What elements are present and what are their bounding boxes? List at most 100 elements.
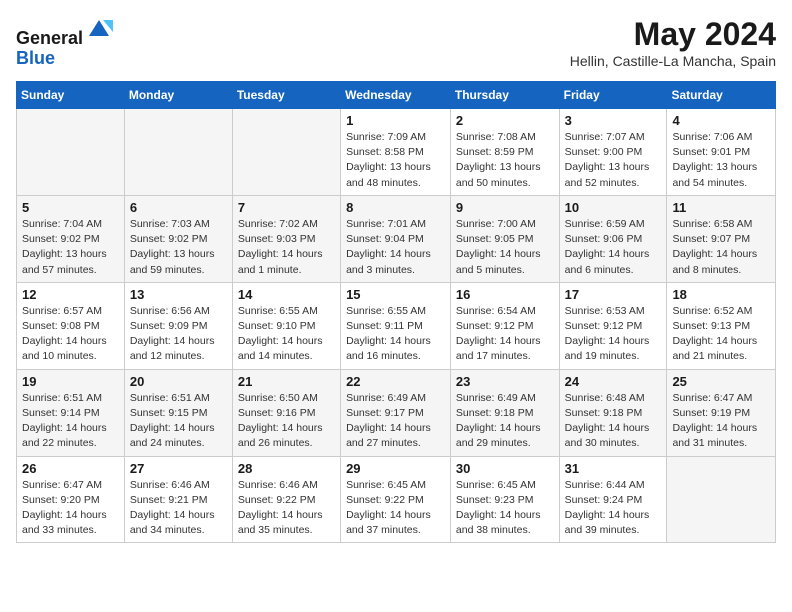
day-info: Sunrise: 6:45 AMSunset: 9:23 PMDaylight:… [456, 478, 554, 539]
page-header: General Blue May 2024 Hellin, Castille-L… [16, 16, 776, 69]
day-info: Sunrise: 6:54 AMSunset: 9:12 PMDaylight:… [456, 304, 554, 365]
day-number: 22 [346, 374, 445, 389]
day-number: 12 [22, 287, 119, 302]
calendar-cell [124, 109, 232, 196]
day-info: Sunrise: 7:07 AMSunset: 9:00 PMDaylight:… [565, 130, 662, 191]
day-info: Sunrise: 7:03 AMSunset: 9:02 PMDaylight:… [130, 217, 227, 278]
calendar-cell: 17Sunrise: 6:53 AMSunset: 9:12 PMDayligh… [559, 282, 667, 369]
logo-icon [85, 16, 113, 44]
calendar-cell [17, 109, 125, 196]
calendar-cell: 29 Sunrise: 6:45 AMSunset: 9:22 PMDayligh… [341, 456, 451, 543]
day-info: Sunrise: 6:55 AMSunset: 9:10 PMDaylight:… [238, 304, 335, 365]
day-number: 25 [672, 374, 770, 389]
day-info: Sunrise: 6:52 AMSunset: 9:13 PMDaylight:… [672, 304, 770, 365]
logo-blue: Blue [16, 48, 55, 68]
day-info: Sunrise: 6:55 AMSunset: 9:11 PMDaylight:… [346, 304, 445, 365]
calendar-cell: 30 Sunrise: 6:45 AMSunset: 9:23 PMDayligh… [450, 456, 559, 543]
calendar-cell: 13 Sunrise: 6:56 AMSunset: 9:09 PMDayligh… [124, 282, 232, 369]
weekday-header-wednesday: Wednesday [341, 82, 451, 109]
month-title: May 2024 [570, 16, 776, 53]
day-info: Sunrise: 7:09 AMSunset: 8:58 PMDaylight:… [346, 130, 445, 191]
day-info: Sunrise: 6:47 AMSunset: 9:19 PMDaylight:… [672, 391, 770, 452]
day-info: Sunrise: 7:08 AMSunset: 8:59 PMDaylight:… [456, 130, 554, 191]
day-info: Sunrise: 6:50 AMSunset: 9:16 PMDaylight:… [238, 391, 335, 452]
day-number: 10 [565, 200, 662, 215]
day-number: 16 [456, 287, 554, 302]
calendar-cell [667, 456, 776, 543]
calendar-cell: 3 Sunrise: 7:07 AMSunset: 9:00 PMDaylight… [559, 109, 667, 196]
day-info: Sunrise: 6:46 AMSunset: 9:22 PMDaylight:… [238, 478, 335, 539]
day-number: 19 [22, 374, 119, 389]
location-title: Hellin, Castille-La Mancha, Spain [570, 53, 776, 69]
calendar-cell: 11 Sunrise: 6:58 AMSunset: 9:07 PMDayligh… [667, 195, 776, 282]
calendar-cell: 15Sunrise: 6:55 AMSunset: 9:11 PMDayligh… [341, 282, 451, 369]
day-info: Sunrise: 6:49 AMSunset: 9:17 PMDaylight:… [346, 391, 445, 452]
calendar-cell: 24 Sunrise: 6:48 AMSunset: 9:18 PMDayligh… [559, 369, 667, 456]
calendar-cell: 25 Sunrise: 6:47 AMSunset: 9:19 PMDayligh… [667, 369, 776, 456]
day-info: Sunrise: 7:01 AMSunset: 9:04 PMDaylight:… [346, 217, 445, 278]
day-number: 17 [565, 287, 662, 302]
weekday-header-monday: Monday [124, 82, 232, 109]
calendar-cell: 14 Sunrise: 6:55 AMSunset: 9:10 PMDayligh… [232, 282, 340, 369]
day-number: 1 [346, 113, 445, 128]
calendar-cell [232, 109, 340, 196]
day-number: 21 [238, 374, 335, 389]
calendar-cell: 18 Sunrise: 6:52 AMSunset: 9:13 PMDayligh… [667, 282, 776, 369]
calendar-cell: 22 Sunrise: 6:49 AMSunset: 9:17 PMDayligh… [341, 369, 451, 456]
calendar-table: SundayMondayTuesdayWednesdayThursdayFrid… [16, 81, 776, 543]
day-number: 18 [672, 287, 770, 302]
day-number: 27 [130, 461, 227, 476]
day-number: 23 [456, 374, 554, 389]
day-number: 31 [565, 461, 662, 476]
day-info: Sunrise: 6:45 AMSunset: 9:22 PMDaylight:… [346, 478, 445, 539]
day-number: 3 [565, 113, 662, 128]
day-info: Sunrise: 6:58 AMSunset: 9:07 PMDaylight:… [672, 217, 770, 278]
day-info: Sunrise: 6:56 AMSunset: 9:09 PMDaylight:… [130, 304, 227, 365]
day-info: Sunrise: 6:44 AMSunset: 9:24 PMDaylight:… [565, 478, 662, 539]
day-number: 5 [22, 200, 119, 215]
day-info: Sunrise: 6:48 AMSunset: 9:18 PMDaylight:… [565, 391, 662, 452]
calendar-cell: 27Sunrise: 6:46 AMSunset: 9:21 PMDayligh… [124, 456, 232, 543]
day-number: 4 [672, 113, 770, 128]
weekday-header-tuesday: Tuesday [232, 82, 340, 109]
weekday-header-friday: Friday [559, 82, 667, 109]
calendar-cell: 31 Sunrise: 6:44 AMSunset: 9:24 PMDayligh… [559, 456, 667, 543]
day-number: 9 [456, 200, 554, 215]
day-number: 28 [238, 461, 335, 476]
day-number: 29 [346, 461, 445, 476]
day-info: Sunrise: 6:47 AMSunset: 9:20 PMDaylight:… [22, 478, 119, 539]
calendar-cell: 8 Sunrise: 7:01 AMSunset: 9:04 PMDaylight… [341, 195, 451, 282]
day-info: Sunrise: 7:06 AMSunset: 9:01 PMDaylight:… [672, 130, 770, 191]
day-number: 24 [565, 374, 662, 389]
calendar-cell: 23 Sunrise: 6:49 AMSunset: 9:18 PMDayligh… [450, 369, 559, 456]
day-number: 13 [130, 287, 227, 302]
calendar-cell: 12 Sunrise: 6:57 AMSunset: 9:08 PMDayligh… [17, 282, 125, 369]
title-block: May 2024 Hellin, Castille-La Mancha, Spa… [570, 16, 776, 69]
calendar-cell: 1 Sunrise: 7:09 AMSunset: 8:58 PMDaylight… [341, 109, 451, 196]
day-number: 11 [672, 200, 770, 215]
calendar-cell: 9 Sunrise: 7:00 AMSunset: 9:05 PMDaylight… [450, 195, 559, 282]
calendar-cell: 28 Sunrise: 6:46 AMSunset: 9:22 PMDayligh… [232, 456, 340, 543]
calendar-cell: 26 Sunrise: 6:47 AMSunset: 9:20 PMDayligh… [17, 456, 125, 543]
calendar-cell: 5 Sunrise: 7:04 AMSunset: 9:02 PMDaylight… [17, 195, 125, 282]
calendar-cell: 20Sunrise: 6:51 AMSunset: 9:15 PMDayligh… [124, 369, 232, 456]
day-info: Sunrise: 6:49 AMSunset: 9:18 PMDaylight:… [456, 391, 554, 452]
day-info: Sunrise: 7:00 AMSunset: 9:05 PMDaylight:… [456, 217, 554, 278]
calendar-cell: 7Sunrise: 7:02 AMSunset: 9:03 PMDaylight… [232, 195, 340, 282]
day-number: 14 [238, 287, 335, 302]
day-info: Sunrise: 6:59 AMSunset: 9:06 PMDaylight:… [565, 217, 662, 278]
day-number: 30 [456, 461, 554, 476]
day-number: 7 [238, 200, 335, 215]
calendar-cell: 16 Sunrise: 6:54 AMSunset: 9:12 PMDayligh… [450, 282, 559, 369]
day-info: Sunrise: 7:04 AMSunset: 9:02 PMDaylight:… [22, 217, 119, 278]
logo: General Blue [16, 16, 113, 69]
weekday-header-thursday: Thursday [450, 82, 559, 109]
calendar-cell: 19 Sunrise: 6:51 AMSunset: 9:14 PMDayligh… [17, 369, 125, 456]
weekday-header-saturday: Saturday [667, 82, 776, 109]
day-number: 26 [22, 461, 119, 476]
calendar-cell: 10 Sunrise: 6:59 AMSunset: 9:06 PMDayligh… [559, 195, 667, 282]
day-number: 8 [346, 200, 445, 215]
calendar-cell: 2Sunrise: 7:08 AMSunset: 8:59 PMDaylight… [450, 109, 559, 196]
day-info: Sunrise: 6:51 AMSunset: 9:14 PMDaylight:… [22, 391, 119, 452]
day-info: Sunrise: 6:57 AMSunset: 9:08 PMDaylight:… [22, 304, 119, 365]
